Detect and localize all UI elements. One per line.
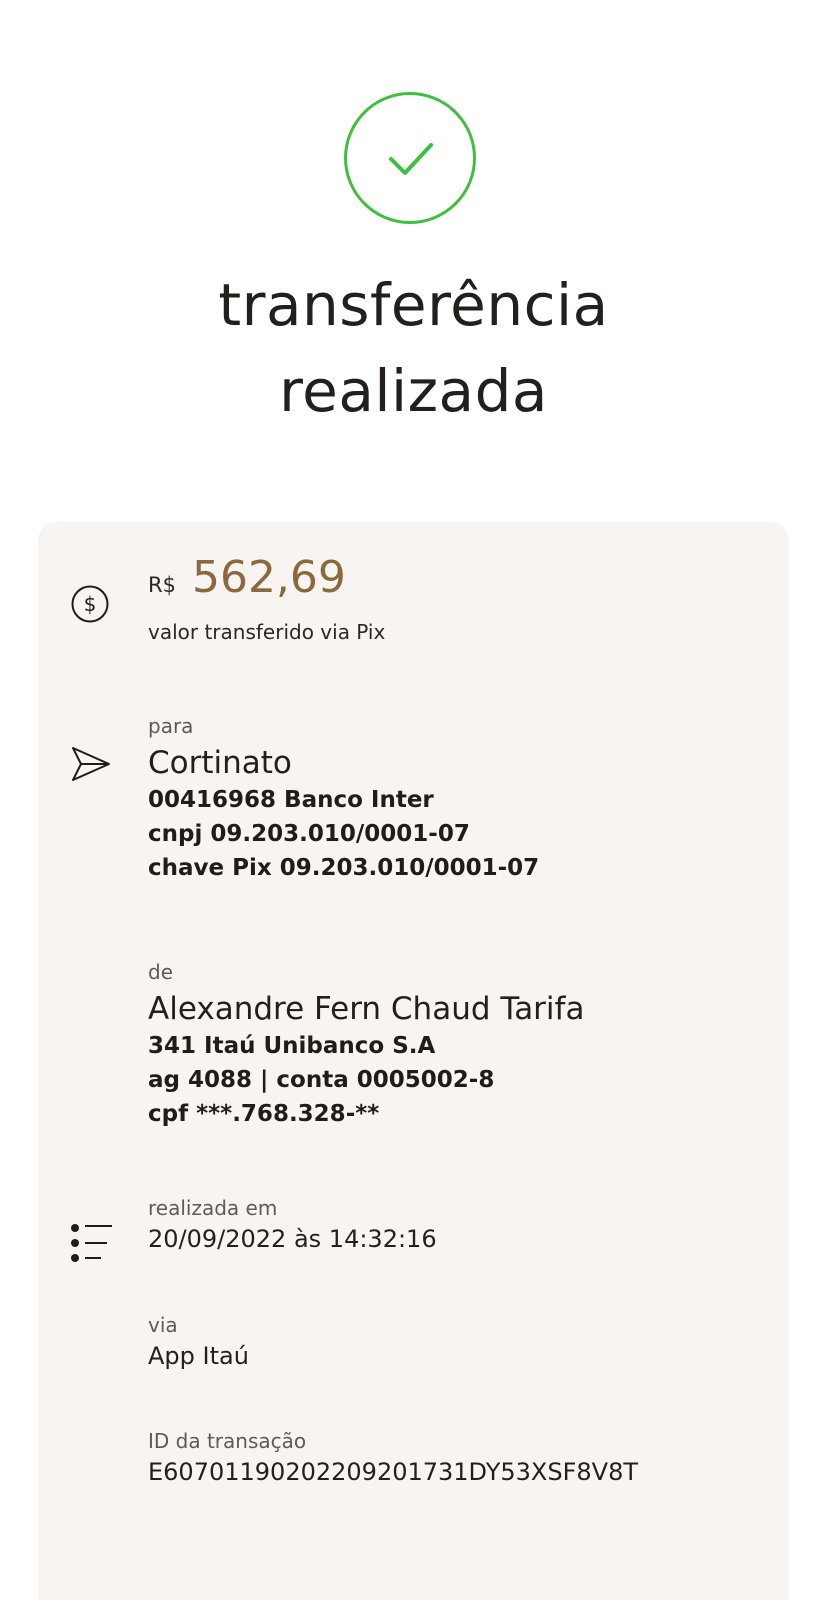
transaction-id-value: E60701190202209201731DY53XSF8V8T bbox=[148, 1458, 639, 1486]
channel-label: via bbox=[148, 1313, 178, 1337]
title-line-2: realizada bbox=[279, 357, 548, 425]
svg-text:$: $ bbox=[84, 592, 97, 616]
channel-section: via App Itaú bbox=[148, 1312, 249, 1372]
date-section: realizada em 20/09/2022 às 14:32:16 bbox=[148, 1195, 437, 1255]
sender-bank: 341 Itaú Unibanco S.A bbox=[148, 1033, 436, 1059]
sender-name: Alexandre Fern Chaud Tarifa bbox=[148, 991, 585, 1027]
send-icon bbox=[70, 744, 112, 788]
currency-label: R$ bbox=[148, 573, 176, 597]
amount-caption: valor transferido via Pix bbox=[148, 620, 386, 644]
dollar-circle-icon: $ bbox=[70, 584, 110, 628]
sender-section: de Alexandre Fern Chaud Tarifa 341 Itaú … bbox=[148, 959, 584, 1131]
date-label: realizada em bbox=[148, 1196, 278, 1220]
check-circle-icon bbox=[344, 92, 476, 224]
amount-value: 562,69 bbox=[191, 552, 346, 603]
amount-section: R$ 562,69 valor transferido via Pix bbox=[148, 550, 385, 644]
channel-value: App Itaú bbox=[148, 1342, 249, 1370]
date-value: 20/09/2022 às 14:32:16 bbox=[148, 1225, 437, 1253]
title-line-1: transferência bbox=[218, 271, 609, 339]
recipient-document: cnpj 09.203.010/0001-07 bbox=[148, 821, 470, 847]
recipient-name: Cortinato bbox=[148, 745, 292, 781]
sender-document: cpf ***.768.328-** bbox=[148, 1101, 380, 1127]
sender-label: de bbox=[148, 960, 173, 984]
list-icon bbox=[70, 1222, 114, 1268]
recipient-pix-key: chave Pix 09.203.010/0001-07 bbox=[148, 855, 540, 881]
sender-account: ag 4088 | conta 0005002-8 bbox=[148, 1067, 495, 1093]
transaction-id-label: ID da transação bbox=[148, 1429, 307, 1453]
recipient-label: para bbox=[148, 714, 194, 738]
recipient-bank: 00416968 Banco Inter bbox=[148, 787, 434, 813]
recipient-section: para Cortinato 00416968 Banco Inter cnpj… bbox=[148, 713, 539, 885]
transaction-id-section: ID da transação E60701190202209201731DY5… bbox=[148, 1428, 638, 1488]
page-title: transferência realizada bbox=[0, 262, 827, 434]
